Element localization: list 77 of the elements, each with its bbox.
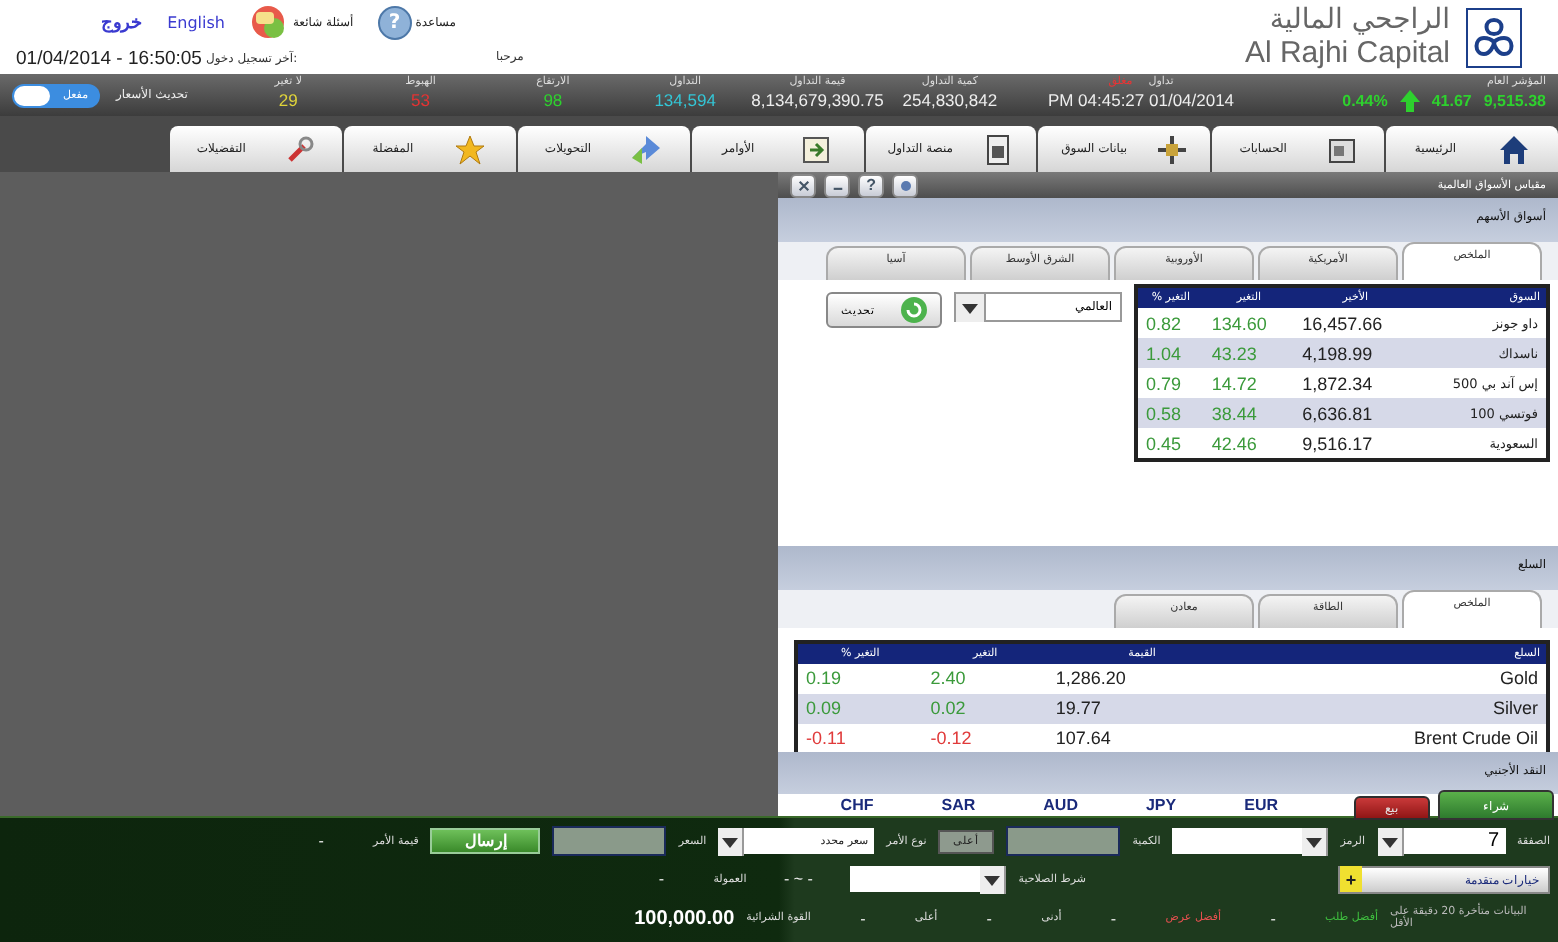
dropdown[interactable] — [850, 866, 1007, 893]
table-cell: 42.46 — [1203, 428, 1295, 460]
stat-value: 134,594 — [654, 90, 716, 110]
input-field[interactable] — [552, 826, 667, 857]
table-cell: 0.12- — [922, 723, 1048, 756]
table-cell: 0.19 — [796, 663, 923, 694]
table-cell: 4,198.99 — [1294, 338, 1417, 368]
table-cell: 9,516.17 — [1294, 428, 1417, 460]
buying-power-value: 100,000.00 — [634, 907, 735, 930]
table-cell: 2.40 — [922, 663, 1048, 694]
currency-code: JPY — [1145, 796, 1177, 815]
field-value: - — [316, 832, 326, 851]
index-value: 9,515.38 — [1483, 92, 1546, 110]
minimize-button[interactable] — [824, 173, 850, 198]
stat-value: 98 — [543, 90, 563, 110]
market-time: PM 04:45:27 01/04/2014 — [1047, 90, 1235, 110]
index-change-percent: 0.44% — [1342, 92, 1388, 110]
logo-text: Al Rajhi Capital — [1244, 36, 1450, 70]
table-cell: 6,636.81 — [1294, 398, 1417, 428]
arrow-icon — [629, 133, 662, 165]
stat-value: 254,830,842 — [902, 90, 998, 110]
quantity-spinner[interactable]: 7 — [1377, 828, 1505, 855]
currency-code: EUR — [1244, 796, 1278, 815]
input-field[interactable] — [1006, 826, 1121, 857]
crosshair-icon — [1156, 133, 1189, 165]
close-button[interactable] — [790, 173, 816, 198]
star-icon — [454, 133, 487, 165]
table-cell: 1,872.34 — [1294, 368, 1417, 398]
table-cell: 134.60 — [1203, 308, 1295, 338]
faq-icon — [248, 2, 289, 42]
field-value: - — [984, 909, 994, 928]
table-cell: 0.79 — [1136, 368, 1204, 398]
stat-value: 29 — [278, 90, 298, 110]
table-cell: 0.09 — [796, 693, 923, 724]
window-icon — [1325, 133, 1358, 165]
table-cell: 0.82 — [1136, 308, 1204, 338]
field-value: - — [1268, 909, 1278, 928]
table-cell: 19.77 — [1047, 693, 1237, 724]
table-cell: 0.11- — [796, 723, 923, 756]
table-cell: 0.02 — [922, 693, 1048, 724]
stat-value: 53 — [411, 90, 430, 110]
currency-code: SAR — [941, 796, 976, 815]
logo-icon — [1466, 7, 1522, 67]
table-cell: 0.45 — [1136, 428, 1204, 460]
document-icon — [982, 133, 1015, 165]
index-change: 41.67 — [1431, 92, 1472, 110]
tools-icon — [283, 133, 316, 165]
currency-code: CHF — [840, 796, 874, 815]
dropdown[interactable] — [1172, 828, 1329, 855]
table-cell: 107.64 — [1047, 723, 1237, 756]
stat-value: 8,134,679,390.75 — [751, 90, 884, 110]
currency-code: AUD — [1043, 796, 1078, 815]
table-cell: 1,286.20 — [1047, 663, 1237, 694]
refresh-icon — [899, 296, 928, 324]
field-value: - ~ - — [782, 870, 815, 889]
last-login-time: 01/04/2014 - 16:50:05 — [16, 47, 202, 69]
table-cell: 1.04 — [1136, 338, 1204, 368]
table-cell: Brent Crude Oil — [1236, 723, 1548, 756]
field-value: - — [1108, 909, 1119, 928]
table-cell: 38.44 — [1203, 398, 1295, 428]
header-link[interactable]: English — [167, 13, 225, 31]
help-button[interactable]: ? — [858, 173, 884, 198]
help-icon: ? — [377, 5, 412, 39]
table-cell: 43.23 — [1203, 338, 1295, 368]
table-cell: Gold — [1236, 663, 1548, 694]
table-cell: 0.58 — [1136, 398, 1204, 428]
table-cell: 14.72 — [1203, 368, 1295, 398]
house-icon — [1497, 133, 1530, 165]
settings-button[interactable] — [892, 173, 918, 198]
settings-icon — [895, 175, 915, 196]
close-icon — [793, 175, 813, 196]
field-value: - — [858, 909, 868, 928]
field-value: - — [656, 870, 667, 889]
table-cell: 16,457.66 — [1294, 308, 1417, 338]
table-cell: Silver — [1236, 693, 1548, 724]
header-link[interactable]: خروج — [101, 12, 144, 32]
logo-arabic-text: الراجحي المالية — [1269, 4, 1450, 36]
